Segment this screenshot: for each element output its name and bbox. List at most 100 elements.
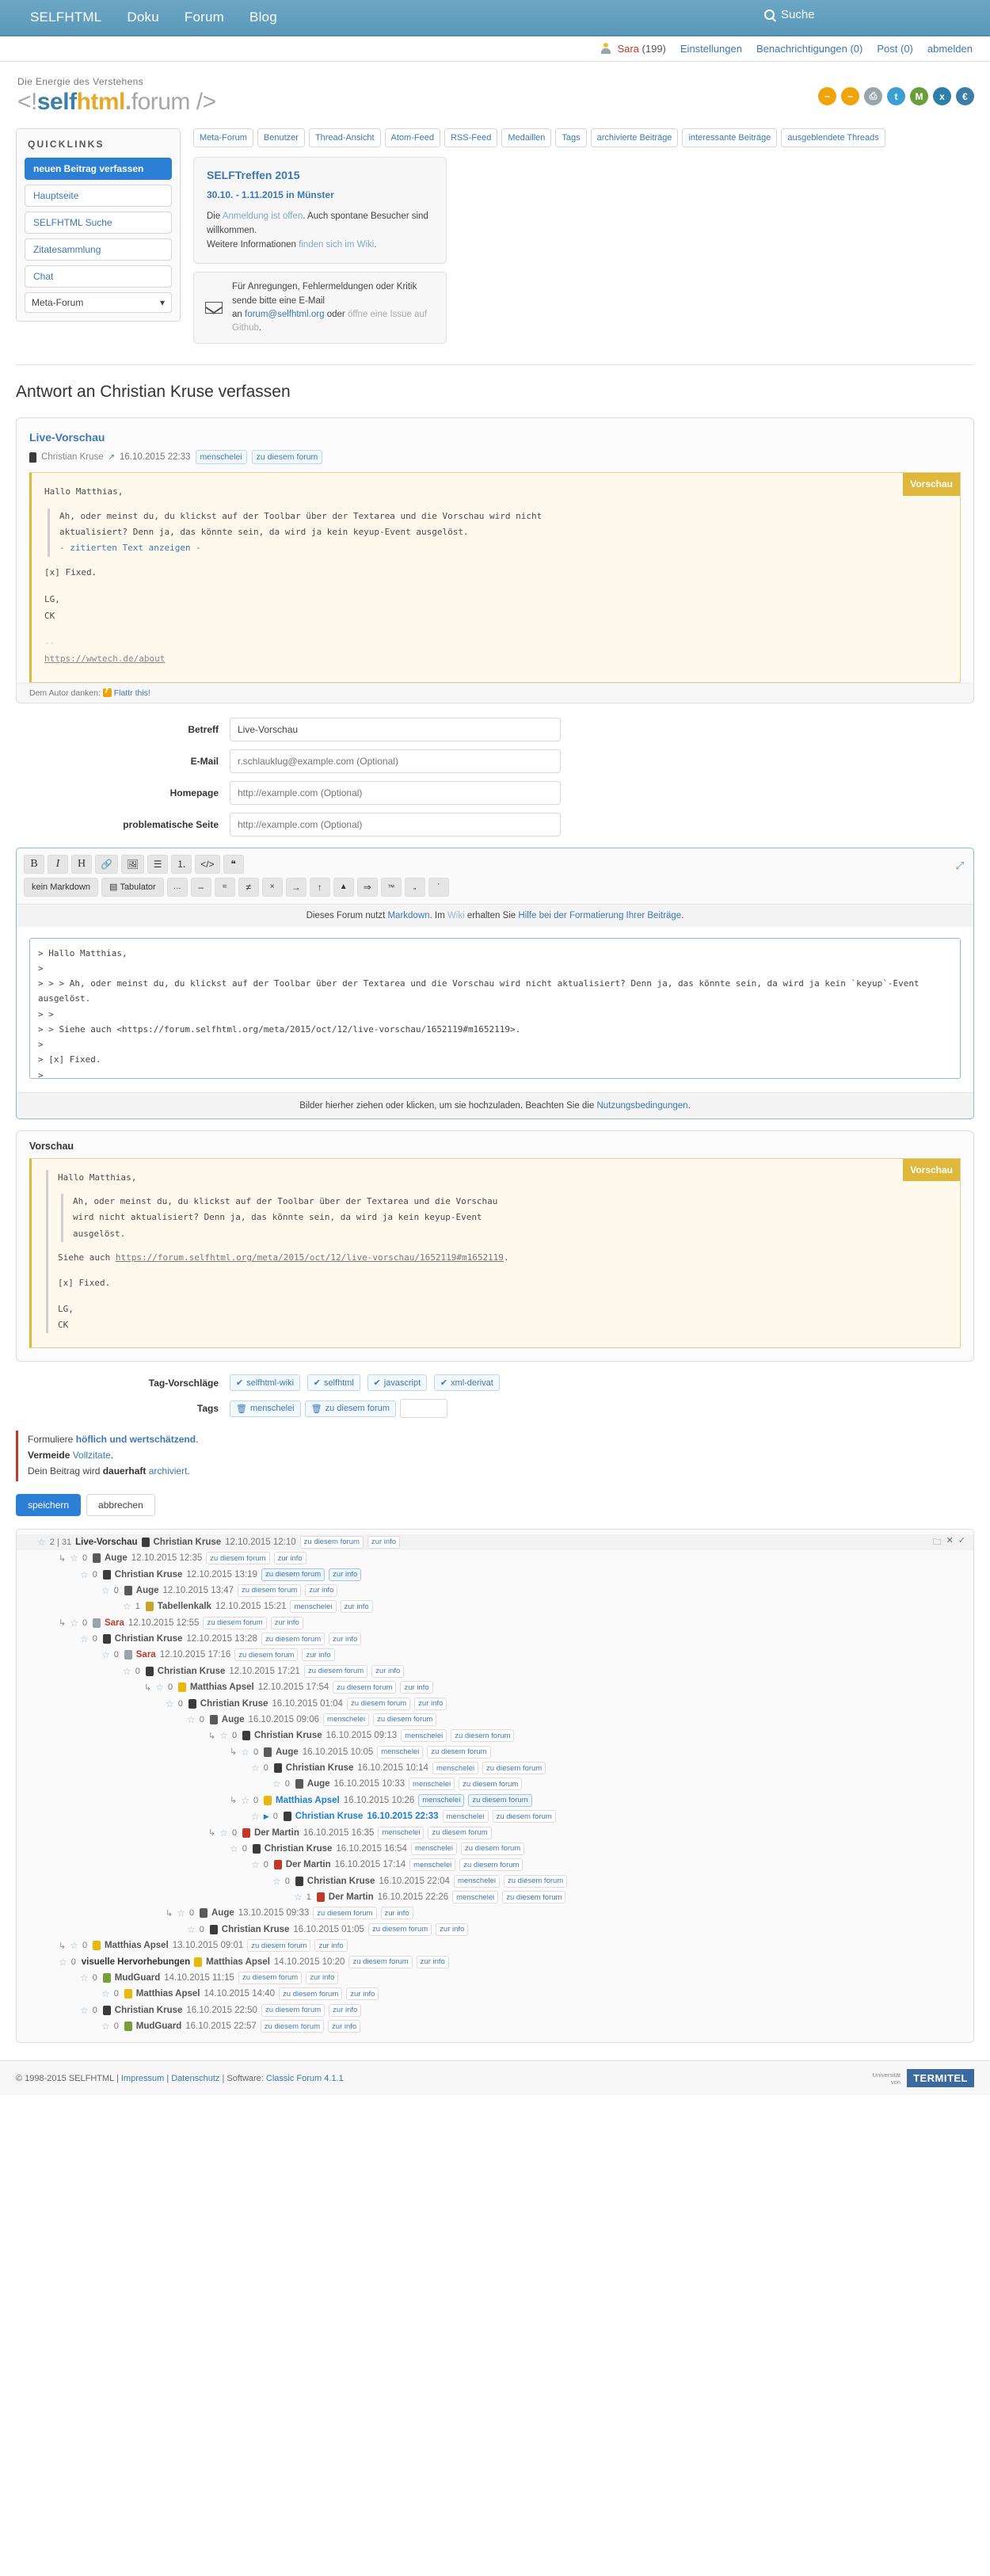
search-box[interactable]: Suche <box>764 8 815 21</box>
post-author[interactable]: Christian Kruse <box>200 1699 268 1709</box>
thread-tree-row[interactable]: ↳ ☆ 0 Auge 12.10.2015 12:35 zu diesem forum zu… <box>17 1550 973 1566</box>
tab-medaillen[interactable]: Medaillen <box>501 128 552 147</box>
folder-icon[interactable]: 🗀 <box>933 1535 942 1550</box>
link-post[interactable]: Post (0) <box>877 43 913 55</box>
post-tag[interactable]: zu diesem forum <box>461 1842 525 1855</box>
thread-tree-row[interactable]: ↳ ☆ 0 Sara 12.10.2015 12:55 zu diesem forum zu… <box>17 1615 973 1631</box>
quote-button[interactable]: ❝ <box>223 854 244 874</box>
post-tag[interactable]: zu diesem forum <box>303 1664 368 1678</box>
thread-tree-row[interactable]: ☆ 2 | 31 Live-Vorschau Christian Kruse 12.10… <box>17 1534 973 1551</box>
post-tag[interactable]: zu diesem forum <box>346 1697 411 1710</box>
favorite-star-icon[interactable]: ☆ <box>155 1682 164 1693</box>
post-tag[interactable]: menschelei <box>453 1874 500 1888</box>
nav-item-doku[interactable]: Doku <box>114 0 172 36</box>
favorite-star-icon[interactable]: ☆ <box>166 1698 174 1709</box>
post-tag[interactable]: zu diesem forum <box>299 1535 364 1549</box>
favorite-star-icon[interactable]: ☆ <box>230 1843 238 1854</box>
image-dropzone[interactable]: Bilder hierher ziehen oder klicken, um s… <box>17 1092 973 1118</box>
post-textarea[interactable]: > Hallo Matthias, > > > > Ah, oder meins… <box>29 937 961 1079</box>
format-help-link[interactable]: Hilfe bei der Formatierung Ihrer Beiträg… <box>518 911 681 920</box>
favorite-star-icon[interactable]: ☆ <box>251 1762 260 1774</box>
tab-atom-feed[interactable]: Atom-Feed <box>384 128 440 147</box>
thread-tree-row[interactable]: ↳ ☆ 0 Matthias Apsel 16.10.2015 10:26 mensche… <box>17 1793 973 1808</box>
archiviert-link[interactable]: archiviert <box>149 1465 188 1477</box>
post-tag[interactable]: zur info <box>380 1907 413 1920</box>
post-author[interactable]: Auge <box>211 1908 234 1918</box>
post-tag[interactable]: zur info <box>329 1633 362 1646</box>
post-tag[interactable]: zur info <box>270 1616 303 1629</box>
link-button[interactable]: 🔗 <box>95 854 118 874</box>
favorite-star-icon[interactable]: ☆ <box>59 1957 67 1968</box>
expand-icon[interactable]: ⤢ <box>956 859 964 872</box>
post-author[interactable]: Christian Kruse <box>115 1634 183 1644</box>
approx-button[interactable]: ≈ <box>214 877 235 897</box>
arrow-up-button[interactable]: ↑ <box>309 877 330 897</box>
favorite-star-icon[interactable]: ☆ <box>251 1811 260 1822</box>
link-abmelden[interactable]: abmelden <box>927 43 973 55</box>
post-tag[interactable]: menschelei <box>418 1793 465 1807</box>
favorite-star-icon[interactable]: ☆ <box>241 1747 249 1758</box>
tab-benutzer[interactable]: Benutzer <box>257 128 305 147</box>
post-author[interactable]: Der Martin <box>254 1828 299 1838</box>
post-author[interactable]: Christian Kruse <box>154 1538 222 1547</box>
tag-suggestion[interactable]: ✔ javascript <box>367 1374 428 1392</box>
triangle-up-button[interactable]: ▲ <box>333 877 354 897</box>
post-author[interactable]: Christian Kruse <box>286 1763 354 1773</box>
homepage-input[interactable] <box>230 780 561 805</box>
post-tag[interactable]: zu diesem forum <box>333 1681 397 1694</box>
rss-icon[interactable]: ~ <box>818 87 836 105</box>
post-tag[interactable]: zu diesem forum <box>504 1874 568 1888</box>
favorite-star-icon[interactable]: ☆ <box>101 1649 110 1660</box>
bold-button[interactable]: B <box>24 854 44 874</box>
post-author[interactable]: Matthias Apsel <box>105 1941 169 1950</box>
post-author[interactable]: Auge <box>276 1747 299 1757</box>
post-tag[interactable]: menschelei <box>442 1810 489 1823</box>
favorite-star-icon[interactable]: ☆ <box>80 2005 89 2016</box>
thread-tree-row[interactable]: ☆ 0 visuelle Hervorhebungen Matthias Apsel 1… <box>17 1953 973 1969</box>
post-tag[interactable]: zur info <box>346 1987 379 2001</box>
quoted-post-tag[interactable]: zu diesem forum <box>251 450 323 465</box>
post-tag[interactable]: zu diesem forum <box>261 2003 326 2017</box>
post-tag[interactable]: zu diesem forum <box>313 1907 377 1920</box>
post-tag[interactable]: zu diesem forum <box>238 1971 303 1984</box>
post-tag[interactable]: zu diesem forum <box>203 1616 267 1629</box>
post-author[interactable]: Auge <box>307 1779 330 1789</box>
cancel-button[interactable]: abbrechen <box>86 1493 155 1516</box>
sidebar-item-chat[interactable]: Chat <box>25 265 172 288</box>
rss-alt-icon[interactable]: ~ <box>841 87 859 105</box>
thread-tree-row[interactable]: ☆ 0 Christian Kruse 16.10.2015 01:04 zu dies… <box>17 1695 973 1711</box>
xing-icon[interactable]: x <box>933 87 951 105</box>
thread-tree-row[interactable]: ☆ 0 Auge 16.10.2015 09:06 menschelei zu diese… <box>17 1712 973 1728</box>
post-tag[interactable]: zur info <box>416 1955 449 1968</box>
euro-icon[interactable]: € <box>956 87 974 105</box>
tab-meta-forum[interactable]: Meta-Forum <box>193 128 253 147</box>
post-author[interactable]: MudGuard <box>136 2022 182 2031</box>
thread-tree-row[interactable]: ☆ 0 MudGuard 16.10.2015 22:57 zu diesem foru… <box>17 2018 973 2034</box>
post-tag[interactable]: zu diesem forum <box>247 1939 311 1953</box>
thread-tree-row[interactable]: ↳ ☆ 0 Auge 16.10.2015 10:05 menschelei zu dies… <box>17 1744 973 1760</box>
tab-tags[interactable]: Tags <box>555 128 587 147</box>
favorite-star-icon[interactable]: ☆ <box>123 1601 131 1612</box>
tag-chip[interactable]: 🗑 zu diesem forum <box>304 1400 396 1417</box>
favorite-star-icon[interactable]: ☆ <box>80 1569 89 1580</box>
post-tag[interactable]: zu diesem forum <box>492 1810 556 1823</box>
post-tag[interactable]: zu diesem forum <box>261 1633 326 1646</box>
thread-subject[interactable]: Live-Vorschau <box>75 1538 137 1547</box>
thread-tree-row[interactable]: ↳ ☆ 0 Auge 13.10.2015 09:33 zu diesem forum zu… <box>17 1905 973 1921</box>
post-author[interactable]: Auge <box>136 1586 159 1595</box>
thread-tree-row[interactable]: ☆ 0 Christian Kruse 16.10.2015 10:14 mensche… <box>17 1760 973 1776</box>
thread-tree-row[interactable]: ☆ 1 Der Martin 16.10.2015 22:26 menschelei zu… <box>17 1889 973 1905</box>
favorite-star-icon[interactable]: ☆ <box>241 1795 249 1806</box>
thread-subject[interactable]: visuelle Hervorhebungen <box>82 1957 190 1967</box>
favorite-star-icon[interactable]: ☆ <box>219 1730 228 1741</box>
thread-tree-row[interactable]: ☆ 0 Sara 12.10.2015 17:16 zu diesem forum zur… <box>17 1647 973 1663</box>
post-tag[interactable]: zu diesem forum <box>502 1891 566 1904</box>
post-tag[interactable]: menschelei <box>409 1858 456 1872</box>
notice-wiki-link[interactable]: finden sich im Wiki <box>299 240 374 250</box>
link-einstellungen[interactable]: Einstellungen <box>680 43 742 55</box>
notice-anmeldung-link[interactable]: Anmeldung ist offen <box>223 211 303 221</box>
post-author[interactable]: Christian Kruse <box>115 2006 183 2015</box>
endash-button[interactable]: – <box>190 877 211 897</box>
favorite-star-icon[interactable]: ☆ <box>80 1633 89 1644</box>
post-tag[interactable]: zu diesem forum <box>260 2020 325 2033</box>
